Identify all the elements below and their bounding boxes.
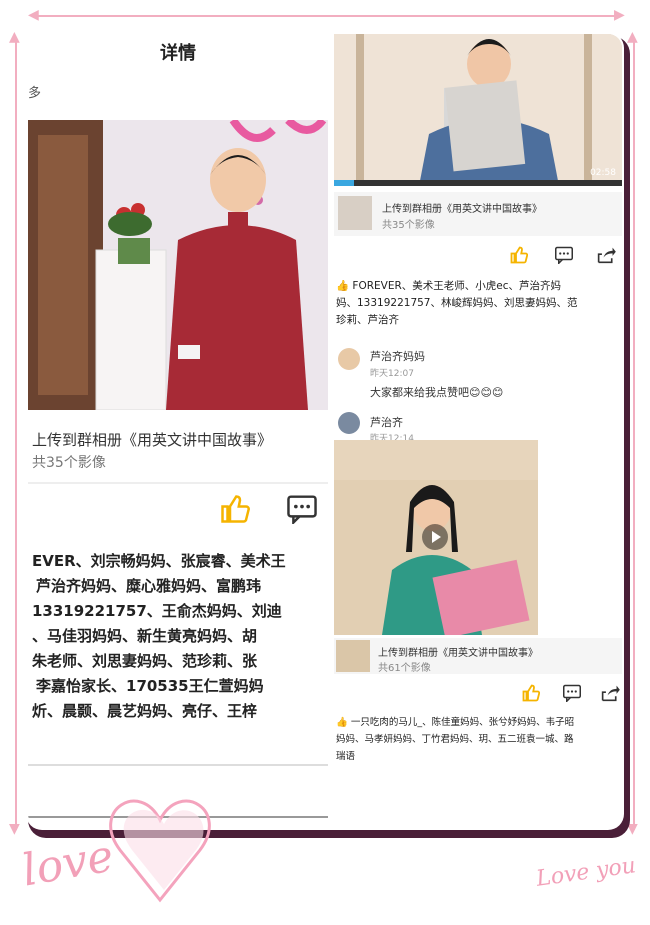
comment-icon[interactable] xyxy=(562,684,582,706)
upload-info-text: 上传到群相册《用英文讲中国故事》 xyxy=(32,431,273,449)
right-feed-panel: 02:58 上传到群相册《用英文讲中国故事》 共35个影像 👍 FOREVER、… xyxy=(334,34,622,828)
thumbs-up-icon: 👍 xyxy=(336,280,353,292)
media-count-text: 共35个影像 xyxy=(32,455,106,471)
media-count-text: 共61个影像 xyxy=(378,663,431,674)
boy-photo[interactable] xyxy=(28,120,328,410)
top-frame-line xyxy=(36,15,616,17)
post-header-1: 上传到群相册《用英文讲中国故事》 共35个影像 xyxy=(334,192,622,236)
right-bottom-arrowhead: ▼ xyxy=(627,821,638,837)
comment-author[interactable]: 芦治齐妈妈 xyxy=(370,348,425,364)
comment-text: 大家都来给我点赞吧😊😊😊 xyxy=(370,386,504,399)
comment-icon[interactable] xyxy=(554,246,574,268)
share-icon[interactable] xyxy=(596,246,616,268)
page-title: 详情 xyxy=(160,43,196,64)
post-header-2: 上传到群相册《用英文讲中国故事》 共61个影像 xyxy=(334,638,622,674)
left-top-arrowhead: ▲ xyxy=(9,29,20,45)
right-frame-line xyxy=(633,40,635,830)
likes-list: 👍 一只吃肉的马儿_、陈佳童妈妈、张兮妤妈妈、韦子昭 妈妈、马孝妍妈妈、丁竹君妈… xyxy=(336,714,574,765)
post-thumbnail[interactable] xyxy=(336,640,370,672)
top-right-arrowhead: ▶ xyxy=(614,7,625,23)
thumbs-up-icon[interactable] xyxy=(220,494,251,528)
thumbs-up-icon[interactable] xyxy=(522,684,541,706)
comment-icon[interactable] xyxy=(286,494,318,528)
likes-line: 炘、晨颢、晨艺妈妈、亮仔、王梓 xyxy=(32,702,258,720)
likes-line: 李嘉怡家长、170535王仁萱妈妈 xyxy=(36,677,264,695)
edge-text: 多 xyxy=(28,86,42,101)
likes-line: 、马佳羽妈妈、新生黄亮妈妈、胡 xyxy=(32,627,258,645)
likes-line: 瑞语 xyxy=(336,751,356,762)
comment-time: 昨天12:07 xyxy=(370,369,414,379)
likes-list: EVER、刘宗畅妈妈、张宸睿、美术王 芦治齐妈妈、糜心雅妈妈、富鹏玮 13319… xyxy=(32,549,286,724)
avatar[interactable] xyxy=(338,348,360,370)
video-thumbnail[interactable]: 02:58 xyxy=(334,34,622,186)
likes-line: EVER、刘宗畅妈妈、张宸睿、美术王 xyxy=(32,552,286,570)
video-duration: 02:58 xyxy=(590,168,616,178)
play-icon[interactable] xyxy=(422,524,448,550)
left-detail-panel: 详情 多 上传到群相册《用英文讲中国故事》 共35个影像 EVER、刘宗畅妈妈、… xyxy=(28,34,328,828)
video-thumbnail[interactable] xyxy=(334,440,538,635)
likes-line: 👍 一只吃肉的马儿_、陈佳童妈妈、张兮妤妈妈、韦子昭 xyxy=(336,717,575,728)
likes-line: 朱老师、刘思妻妈妈、范珍莉、张 xyxy=(32,652,258,670)
divider xyxy=(28,482,328,484)
left-bottom-arrowhead: ▼ xyxy=(9,821,20,837)
likes-line: 👍 FOREVER、美术王老师、小虎ec、芦治齐妈 xyxy=(336,280,562,292)
right-top-arrowhead: ▲ xyxy=(627,29,638,45)
likes-list: 👍 FOREVER、美术王老师、小虎ec、芦治齐妈 妈、13319221757、… xyxy=(336,278,577,329)
post-thumbnail[interactable] xyxy=(338,196,372,230)
thumbs-up-icon: 👍 xyxy=(336,717,351,728)
left-frame-line xyxy=(15,40,17,830)
avatar[interactable] xyxy=(338,412,360,434)
thumbs-up-icon[interactable] xyxy=(510,246,529,268)
top-left-arrowhead: ◀ xyxy=(28,7,39,23)
likes-line: 芦治齐妈妈、糜心雅妈妈、富鹏玮 xyxy=(36,577,262,595)
media-count-text: 共35个影像 xyxy=(382,220,435,231)
upload-info-text: 上传到群相册《用英文讲中国故事》 xyxy=(378,648,538,659)
love-you-text: Love you xyxy=(534,853,638,892)
upload-info-text: 上传到群相册《用英文讲中国故事》 xyxy=(382,204,542,215)
share-icon[interactable] xyxy=(600,684,620,706)
divider xyxy=(28,764,328,766)
screenshot-collage: 详情 多 上传到群相册《用英文讲中国故事》 共35个影像 EVER、刘宗畅妈妈、… xyxy=(28,34,622,828)
comment-author[interactable]: 芦治齐 xyxy=(370,414,403,430)
likes-line: 13319221757、王俞杰妈妈、刘迪 xyxy=(32,602,282,620)
likes-line: 妈妈、马孝妍妈妈、丁竹君妈妈、玥、五二班袁一城、路 xyxy=(336,734,574,745)
likes-line: 妈、13319221757、林峻辉妈妈、刘思妻妈妈、范 xyxy=(336,297,578,309)
likes-line: 珍莉、芦治齐 xyxy=(336,314,399,326)
